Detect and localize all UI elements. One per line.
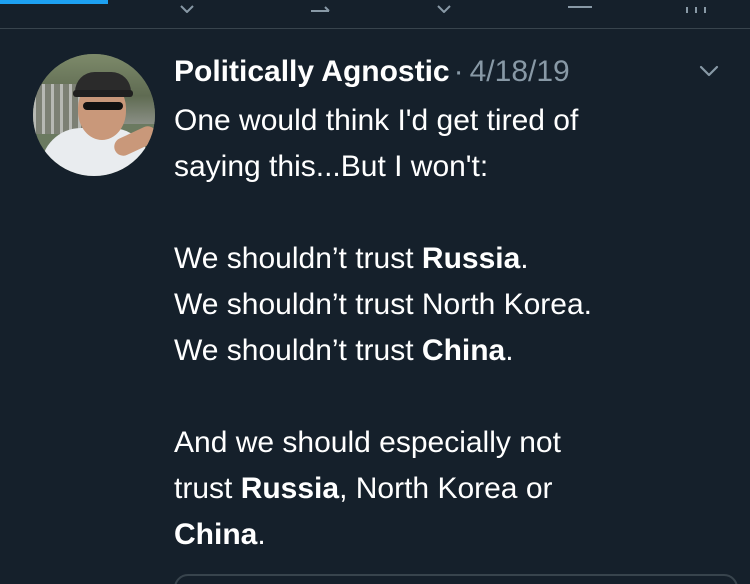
progress-indicator xyxy=(0,0,108,4)
tweet-line: China. xyxy=(174,512,734,558)
text-segment: trust xyxy=(174,472,241,505)
tweet-date[interactable]: 4/18/19 xyxy=(470,55,570,88)
tweet-text: One would think I'd get tired of saying t… xyxy=(174,98,734,558)
analytics-icon[interactable] xyxy=(684,5,708,13)
text-segment: And we should especially not xyxy=(174,426,561,459)
tweet-line: We shouldn’t trust China. xyxy=(174,328,734,374)
chevron-down-icon[interactable] xyxy=(698,62,720,80)
avatar[interactable] xyxy=(33,54,155,176)
previous-tweet-actions xyxy=(0,0,750,14)
tweet-line: We shouldn’t trust Russia. xyxy=(174,236,734,282)
text-segment: We shouldn’t trust xyxy=(174,334,422,367)
tweet-line: saying this...But I won't: xyxy=(174,144,734,190)
tweet-line: And we should especially not xyxy=(174,420,734,466)
retweet-icon[interactable] xyxy=(310,5,330,13)
tweet-line: trust Russia, North Korea or xyxy=(174,466,734,512)
text-segment: . xyxy=(505,334,514,367)
text-segment: One would think I'd get tired of xyxy=(174,104,579,137)
next-tweet-card xyxy=(174,574,738,584)
bold-text: China xyxy=(174,518,258,551)
reply-icon[interactable] xyxy=(180,5,194,14)
text-segment: saying this...But I won't: xyxy=(174,150,489,183)
text-segment: . xyxy=(520,242,529,275)
text-segment: . xyxy=(257,518,266,551)
author-name[interactable]: Politically Agnostic xyxy=(174,55,450,88)
text-segment: We shouldn’t trust xyxy=(174,242,422,275)
bold-text: China xyxy=(421,334,506,367)
text-segment: We shouldn’t trust North Korea. xyxy=(174,288,592,321)
tweet-divider xyxy=(0,28,750,29)
share-icon[interactable] xyxy=(568,0,592,8)
like-icon[interactable] xyxy=(436,5,452,14)
tweet-screen: Politically Agnostic · 4/18/19 One would t… xyxy=(0,0,750,584)
separator-dot: · xyxy=(453,55,464,88)
bold-text: Russia xyxy=(421,242,521,275)
bold-text: Russia xyxy=(240,472,340,505)
tweet-header: Politically Agnostic · 4/18/19 xyxy=(174,52,570,92)
tweet-line: We shouldn’t trust North Korea. xyxy=(174,282,734,328)
tweet-line: One would think I'd get tired of xyxy=(174,98,734,144)
text-segment: , North Korea or xyxy=(339,472,553,505)
